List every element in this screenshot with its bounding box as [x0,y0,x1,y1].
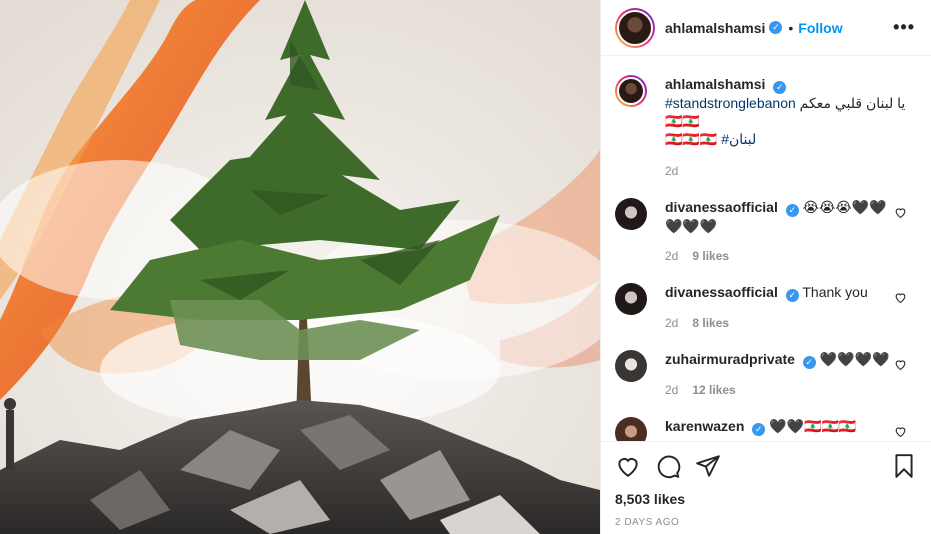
heart-icon[interactable] [615,453,641,479]
author-username[interactable]: ahlamalshamsi [665,20,765,36]
verified-badge-icon: ✓ [773,81,787,94]
comment-item: divanessaofficial ✓ 😭😭😭🖤🖤🖤🖤🖤 2d 9 likes [615,198,917,265]
comment-likes[interactable]: 8 likes [692,316,729,330]
caption-avatar[interactable] [615,75,647,107]
comment-text: 🖤🖤🇱🇧🇱🇧🇱🇧 [769,418,857,434]
post-photo[interactable] [0,0,600,534]
comment-text: 🖤🖤🖤🖤 [819,351,890,367]
comment-time[interactable]: 2d [665,249,678,263]
caption-emoji-line: 🇱🇧🇱🇧🇱🇧 [665,131,718,147]
comment-username[interactable]: karenwazen [665,418,744,434]
post-sidebar: ahlamalshamsi ✓ • Follow ••• ahlamalsham… [600,0,931,534]
comment-likes[interactable]: 12 likes [692,383,735,397]
comment-time[interactable]: 2d [665,383,678,397]
comment-avatar[interactable] [615,198,647,230]
caption-flags: 🇱🇧🇱🇧 [665,113,700,129]
comment-time[interactable]: 2d [665,316,678,330]
instagram-post-window: ahlamalshamsi ✓ • Follow ••• ahlamalsham… [0,0,931,534]
verified-badge-icon: ✓ [785,289,799,302]
verified-badge-icon: ✓ [802,356,816,369]
verified-badge-icon: ✓ [752,423,766,436]
like-comment-heart-icon[interactable] [894,291,907,304]
action-bar: 8,503 likes 2 DAYS AGO [601,441,931,534]
like-comment-heart-icon[interactable] [894,358,907,371]
comment-username[interactable]: divanessaofficial [665,199,778,215]
caption-time[interactable]: 2d [665,164,678,178]
separator-dot: • [788,19,794,36]
comment-likes[interactable]: 9 likes [692,249,729,263]
likes-count[interactable]: 8,503 likes [615,491,917,507]
comment-username[interactable]: divanessaofficial [665,284,778,300]
comment-text: Thank you [802,284,868,300]
verified-badge-icon: ✓ [769,21,783,34]
author-avatar[interactable] [615,7,655,48]
follow-button[interactable]: Follow [798,20,842,36]
comment-avatar[interactable] [615,417,647,441]
comment-avatar[interactable] [615,283,647,315]
comment-item: divanessaofficial ✓ Thank you 2d 8 likes [615,283,917,332]
comments-list[interactable]: ahlamalshamsi ✓ #standstronglebanon يا ل… [601,57,931,441]
bookmark-icon[interactable] [891,453,917,479]
comment-avatar[interactable] [615,350,647,382]
like-comment-heart-icon[interactable] [894,425,907,438]
post-timestamp[interactable]: 2 DAYS AGO [615,517,917,528]
post-header: ahlamalshamsi ✓ • Follow ••• [601,0,931,56]
comment-item: karenwazen ✓ 🖤🖤🇱🇧🇱🇧🇱🇧 [615,417,917,441]
comment-icon[interactable] [655,453,681,479]
caption-text: يا لبنان قلبي معكم [799,95,906,111]
caption-hashtag[interactable]: #standstronglebanon [665,95,796,111]
more-options-icon[interactable]: ••• [893,17,915,38]
verified-badge-icon: ✓ [785,204,799,217]
cedar-tree-artwork [0,0,600,534]
share-icon[interactable] [695,453,721,479]
caption-username[interactable]: ahlamalshamsi [665,76,765,92]
caption-row: ahlamalshamsi ✓ #standstronglebanon يا ل… [615,75,917,180]
comment-item: zuhairmuradprivate ✓ 🖤🖤🖤🖤 2d 12 likes [615,350,917,399]
comment-username[interactable]: zuhairmuradprivate [665,351,795,367]
like-comment-heart-icon[interactable] [894,206,907,219]
caption-hashtag-2[interactable]: #لبنان [721,131,756,147]
